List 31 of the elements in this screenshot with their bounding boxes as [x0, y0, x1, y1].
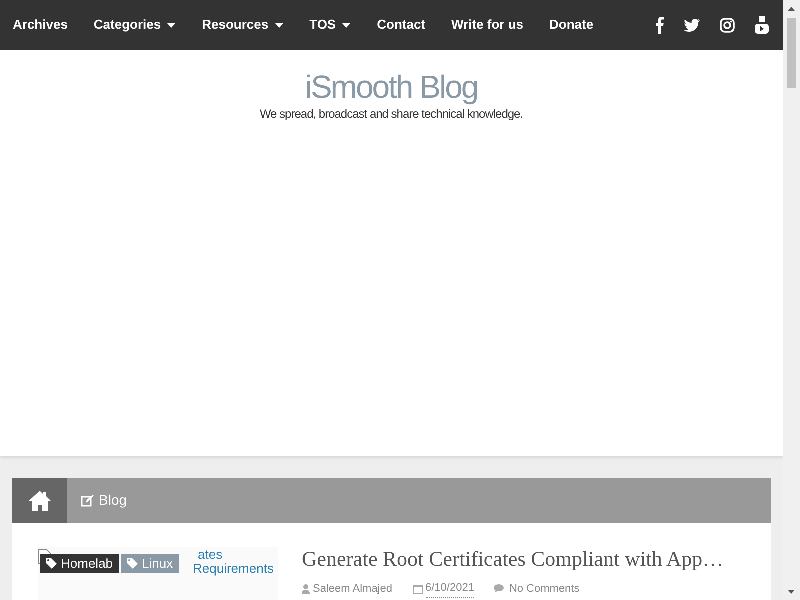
calendar-icon: [412, 584, 422, 594]
nav-link[interactable]: Contact: [364, 15, 438, 35]
nav-dropdown[interactable]: Resources: [189, 15, 297, 35]
caret-icon: [274, 22, 284, 28]
nav-link[interactable]: Write for us: [438, 15, 536, 35]
image-alt-text[interactable]: ates: [198, 547, 223, 562]
comments-icon: [494, 584, 506, 594]
edit-icon: [81, 494, 94, 506]
tagline: We spread, broadcast and share technical knowledge.: [258, 106, 524, 124]
facebook-icon[interactable]: [655, 16, 664, 34]
user-icon: [302, 584, 310, 594]
caret-icon: [342, 22, 352, 28]
nav-dropdown[interactable]: TOS: [296, 15, 364, 35]
scroll-thumb[interactable]: [787, 18, 796, 88]
nav-dropdown[interactable]: Categories: [80, 15, 190, 35]
caret-icon: [167, 22, 176, 28]
video-icon[interactable]: [755, 16, 769, 34]
tag-icon: [127, 558, 138, 569]
home-button[interactable]: [12, 478, 67, 523]
tag-icon: [46, 558, 57, 569]
home-icon: [28, 490, 52, 512]
post-title[interactable]: Generate Root Certificates Compliant with App…: [302, 547, 724, 572]
tag-link[interactable]: Homelab: [40, 554, 120, 573]
image-alt-text[interactable]: Requirements: [193, 561, 274, 576]
nav-link[interactable]: Donate: [536, 15, 607, 35]
nav-link[interactable]: Archives: [0, 15, 81, 35]
bird-icon[interactable]: [684, 18, 700, 32]
camera-icon[interactable]: [720, 18, 735, 32]
post-date: 6/10/2021: [426, 580, 474, 598]
post-author: Saleem Almajed: [313, 582, 392, 597]
comments-link[interactable]: No Comments: [509, 580, 580, 598]
